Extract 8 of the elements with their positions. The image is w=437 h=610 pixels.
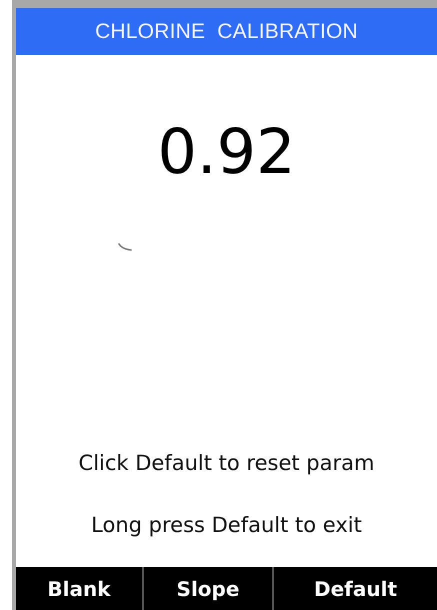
- screen-title: CHLORINE CALIBRATION: [95, 20, 358, 44]
- arc-icon: [118, 243, 132, 251]
- softkey-button[interactable]: Blank: [16, 567, 142, 610]
- instruction-text: Long press Default to exit: [91, 513, 362, 537]
- softkey-button[interactable]: Slope: [142, 567, 272, 610]
- instruction-text: Click Default to reset param: [78, 451, 374, 475]
- softkey-button[interactable]: Default: [272, 567, 437, 610]
- reading-value: 0.92: [157, 121, 296, 183]
